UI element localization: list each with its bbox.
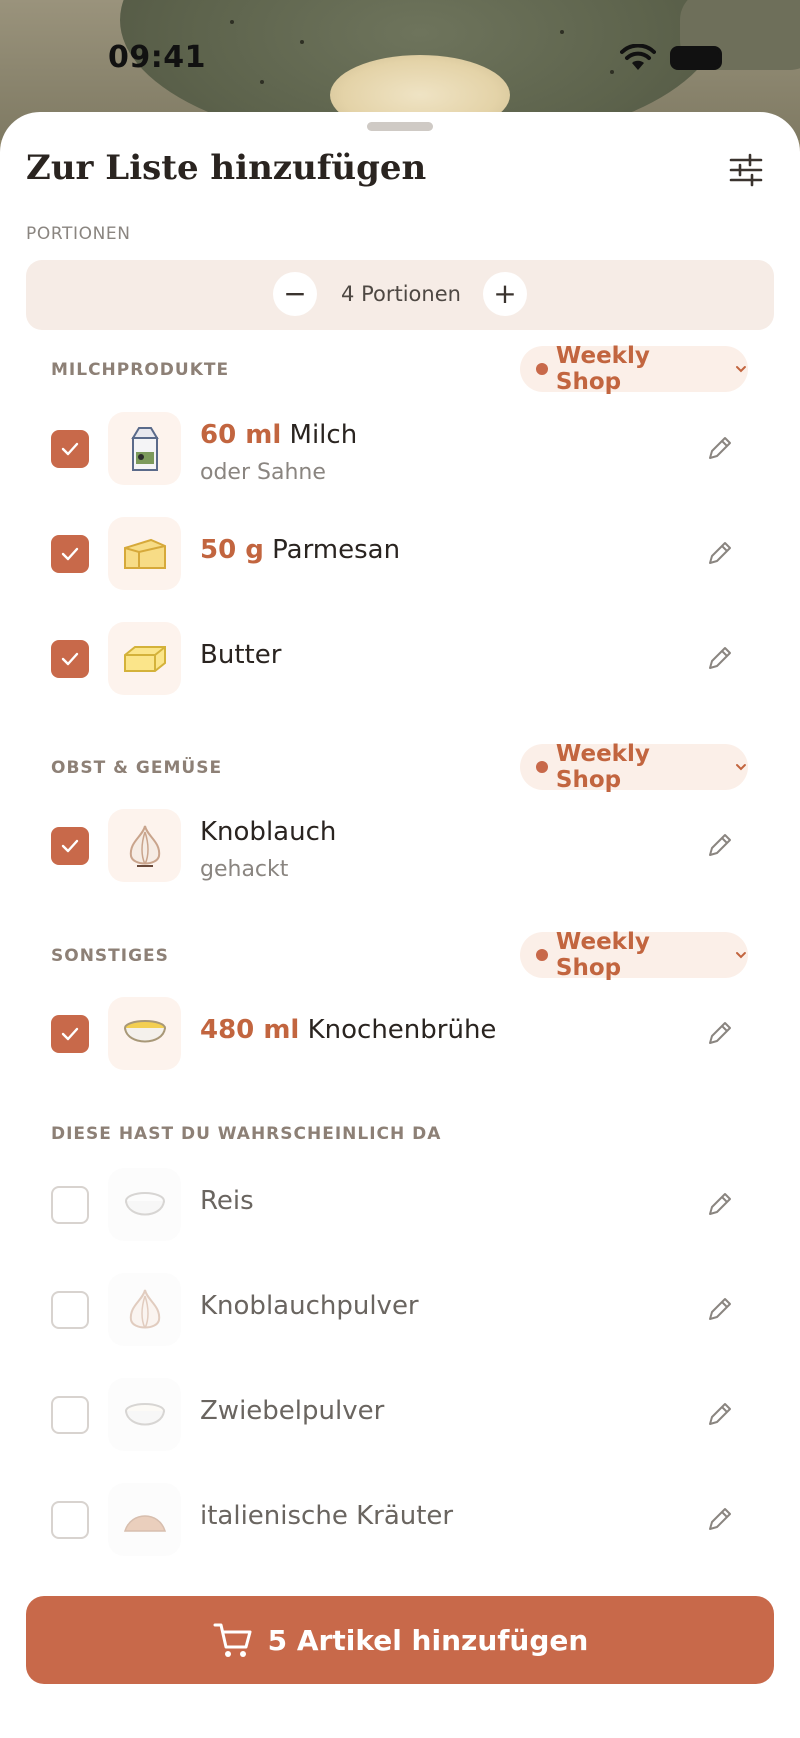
item-checkbox[interactable] xyxy=(51,640,89,678)
powder-bowl-icon xyxy=(108,1378,181,1451)
add-to-list-sheet: Zur Liste hinzufügen PORTIONEN − 4 Porti… xyxy=(0,112,800,1738)
item-note: gehackt xyxy=(200,857,289,882)
scroll-fade xyxy=(0,1552,800,1592)
list-item-knoblauch[interactable]: Knoblauch gehackt xyxy=(0,809,800,899)
status-bar: 09:41 xyxy=(0,0,800,118)
edit-pencil-icon[interactable] xyxy=(704,1188,736,1220)
item-name: Knoblauchpulver xyxy=(200,1291,419,1321)
edit-pencil-icon[interactable] xyxy=(704,829,736,861)
item-title: Butter xyxy=(200,640,281,670)
section-label-pantry: DIESE HAST DU WAHRSCHEINLICH DA xyxy=(51,1124,442,1144)
wifi-icon xyxy=(620,44,656,70)
checkmark-icon xyxy=(61,442,79,456)
increase-portions-button[interactable]: + xyxy=(483,272,527,316)
list-item-knochenbruehe[interactable]: 480 ml Knochenbrühe xyxy=(0,997,800,1087)
checkmark-icon xyxy=(61,547,79,561)
checkmark-icon xyxy=(61,1027,79,1041)
item-checkbox[interactable] xyxy=(51,1501,89,1539)
shop-selector-obst-gemuese[interactable]: Weekly Shop xyxy=(520,741,748,793)
item-name: Parmesan xyxy=(272,535,401,565)
portions-stepper: − 4 Portionen + xyxy=(26,260,774,330)
item-checkbox[interactable] xyxy=(51,1015,89,1053)
item-title: 480 ml Knochenbrühe xyxy=(200,1015,496,1045)
item-name: Butter xyxy=(200,640,282,670)
item-checkbox[interactable] xyxy=(51,827,89,865)
section-label-obst-gemuese: OBST & GEMÜSE xyxy=(51,758,223,778)
portions-label: PORTIONEN xyxy=(26,224,131,244)
list-item-milch[interactable]: 60 ml Milch oder Sahne xyxy=(0,412,800,502)
battery-icon xyxy=(670,46,722,70)
chevron-down-icon xyxy=(736,366,747,373)
item-checkbox[interactable] xyxy=(51,1291,89,1329)
edit-pencil-icon[interactable] xyxy=(704,1503,736,1535)
item-name: Knoblauch xyxy=(200,817,337,847)
broth-bowl-icon xyxy=(108,997,181,1070)
edit-pencil-icon[interactable] xyxy=(704,1293,736,1325)
item-checkbox[interactable] xyxy=(51,535,89,573)
edit-pencil-icon[interactable] xyxy=(704,642,736,674)
shop-dot xyxy=(536,949,548,961)
shop-selector-milchprodukte[interactable]: Weekly Shop xyxy=(520,343,748,395)
shop-label: Weekly Shop xyxy=(555,929,650,981)
cart-icon xyxy=(213,1623,252,1657)
list-item-parmesan[interactable]: 50 g Parmesan xyxy=(0,517,800,607)
item-quantity: 60 ml xyxy=(200,420,282,450)
edit-pencil-icon[interactable] xyxy=(704,1017,736,1049)
list-item-knoblauchpulver[interactable]: Knoblauchpulver xyxy=(0,1273,800,1363)
item-quantity: 480 ml xyxy=(200,1015,300,1045)
item-title: Knoblauchpulver xyxy=(200,1291,419,1321)
edit-pencil-icon[interactable] xyxy=(704,537,736,569)
checkmark-icon xyxy=(61,839,79,853)
item-title: 50 g Parmesan xyxy=(200,535,400,565)
add-items-label: 5 Artikel hinzufügen xyxy=(267,1623,589,1657)
shop-label: Weekly Shop xyxy=(555,741,650,793)
item-name: Reis xyxy=(200,1186,254,1216)
item-name: Knochenbrühe xyxy=(307,1015,497,1045)
item-title: Zwiebelpulver xyxy=(200,1396,384,1426)
item-title: Reis xyxy=(200,1186,254,1216)
chevron-down-icon xyxy=(736,952,747,959)
item-title: Knoblauch xyxy=(200,817,336,847)
chevron-down-icon xyxy=(736,764,747,771)
garlic-icon xyxy=(108,809,181,882)
item-quantity: 50 g xyxy=(200,535,264,565)
checkmark-icon xyxy=(61,652,79,666)
item-title: 60 ml Milch xyxy=(200,420,357,450)
list-item-reis[interactable]: Reis xyxy=(0,1168,800,1258)
item-note: oder Sahne xyxy=(200,460,326,485)
portions-value: 4 Portionen xyxy=(341,282,461,306)
herbs-icon xyxy=(108,1483,181,1556)
butter-icon xyxy=(108,622,181,695)
list-item-zwiebelpulver[interactable]: Zwiebelpulver xyxy=(0,1378,800,1468)
edit-pencil-icon[interactable] xyxy=(704,432,736,464)
item-title: italienische Kräuter xyxy=(200,1501,453,1531)
milk-carton-icon xyxy=(108,412,181,485)
item-checkbox[interactable] xyxy=(51,430,89,468)
item-name: Milch xyxy=(289,420,358,450)
item-name: Zwiebelpulver xyxy=(200,1396,385,1426)
shop-dot xyxy=(536,761,548,773)
filter-sliders-icon[interactable] xyxy=(728,152,764,188)
shop-label: Weekly Shop xyxy=(555,343,650,395)
sheet-grabber[interactable] xyxy=(367,122,433,131)
rice-bowl-icon xyxy=(108,1168,181,1241)
decrease-portions-button[interactable]: − xyxy=(273,272,317,316)
garlic-icon xyxy=(108,1273,181,1346)
item-name: italienische Kräuter xyxy=(200,1501,454,1531)
item-checkbox[interactable] xyxy=(51,1396,89,1434)
sheet-title: Zur Liste hinzufügen xyxy=(26,148,427,188)
section-label-sonstiges: SONSTIGES xyxy=(51,946,169,966)
list-item-butter[interactable]: Butter xyxy=(0,622,800,712)
shop-selector-sonstiges[interactable]: Weekly Shop xyxy=(520,929,748,981)
add-items-button[interactable]: 5 Artikel hinzufügen xyxy=(26,1596,774,1684)
edit-pencil-icon[interactable] xyxy=(704,1398,736,1430)
shop-dot xyxy=(536,363,548,375)
item-checkbox[interactable] xyxy=(51,1186,89,1224)
cheese-icon xyxy=(108,517,181,590)
section-label-milchprodukte: MILCHPRODUKTE xyxy=(51,360,230,380)
status-time: 09:41 xyxy=(108,40,206,75)
